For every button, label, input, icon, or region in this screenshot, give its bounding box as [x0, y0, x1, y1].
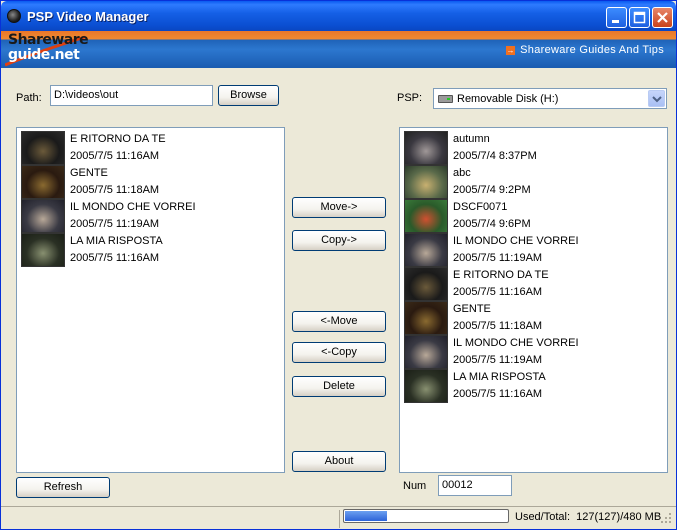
video-thumbnail — [404, 165, 448, 199]
video-list-item[interactable]: LA MIA RISPOSTA 2005/7/5 11:16AM — [21, 233, 281, 267]
video-thumbnail — [21, 199, 65, 233]
video-date: 2005/7/5 11:16AM — [453, 388, 543, 400]
maximize-icon — [633, 11, 646, 24]
chevron-down-icon — [652, 96, 662, 103]
resize-grip-icon[interactable] — [659, 511, 673, 525]
video-date: 2005/7/5 11:16AM — [70, 252, 160, 264]
removable-disk-icon — [438, 95, 453, 103]
video-date: 2005/7/5 11:19AM — [453, 354, 543, 366]
close-icon — [657, 12, 668, 23]
window-title: PSP Video Manager — [27, 9, 149, 24]
video-date: 2005/7/4 8:37PM — [453, 150, 537, 162]
video-name: abc — [453, 167, 471, 179]
video-date: 2005/7/5 11:18AM — [453, 320, 543, 332]
video-list-item[interactable]: GENTE 2005/7/5 11:18AM — [21, 165, 281, 199]
video-list-item[interactable]: E RITORNO DA TE 2005/7/5 11:16AM — [404, 267, 664, 301]
video-thumbnail — [404, 199, 448, 233]
video-list-item[interactable]: IL MONDO CHE VORREI 2005/7/5 11:19AM — [21, 199, 281, 233]
about-button[interactable]: About — [292, 451, 386, 472]
video-thumbnail — [404, 335, 448, 369]
video-list-item[interactable]: abc 2005/7/4 9:2PM — [404, 165, 664, 199]
delete-button[interactable]: Delete — [292, 376, 386, 397]
app-icon[interactable] — [7, 9, 21, 23]
video-name: E RITORNO DA TE — [70, 133, 166, 145]
psp-video-list[interactable]: autumn 2005/7/4 8:37PM abc 2005/7/4 9:2PM DS… — [399, 127, 668, 473]
title-bar[interactable]: PSP Video Manager — [1, 1, 676, 31]
video-name: IL MONDO CHE VORREI — [70, 201, 196, 213]
video-thumbnail — [404, 301, 448, 335]
num-field[interactable]: 00012 — [438, 475, 512, 496]
video-date: 2005/7/5 11:19AM — [70, 218, 160, 230]
video-thumbnail — [404, 233, 448, 267]
maximize-button[interactable] — [629, 7, 650, 28]
refresh-button[interactable]: Refresh — [16, 477, 110, 498]
used-total-readout: Used/Total: 127(127)/480 MB — [515, 511, 661, 523]
video-list-item[interactable]: autumn 2005/7/4 8:37PM — [404, 131, 664, 165]
video-date: 2005/7/4 9:2PM — [453, 184, 531, 196]
video-name: E RITORNO DA TE — [453, 269, 549, 281]
local-video-list[interactable]: E RITORNO DA TE 2005/7/5 11:16AM GENTE 2005… — [16, 127, 285, 473]
banner: Shareware guide.net → Shareware Guides An… — [1, 31, 676, 68]
banner-link-label: Shareware Guides And Tips — [520, 44, 664, 56]
video-name: autumn — [453, 133, 490, 145]
video-name: GENTE — [453, 303, 491, 315]
video-name: IL MONDO CHE VORREI — [453, 235, 579, 247]
logo-text-top: Shareware — [8, 32, 89, 48]
video-date: 2005/7/5 11:19AM — [453, 252, 543, 264]
video-thumbnail — [404, 131, 448, 165]
video-date: 2005/7/4 9:6PM — [453, 218, 531, 230]
move-from-psp-button[interactable]: <-Move — [292, 311, 386, 332]
video-name: GENTE — [70, 167, 108, 179]
used-total-label: Used/Total: — [515, 511, 571, 523]
storage-usage-fill — [345, 511, 387, 521]
copy-to-psp-button[interactable]: Copy-> — [292, 230, 386, 251]
shareware-guides-link[interactable]: → Shareware Guides And Tips — [506, 44, 664, 56]
used-total-value: 127(127)/480 MB — [576, 511, 662, 523]
psp-drive-select[interactable]: Removable Disk (H:) — [433, 88, 667, 109]
status-pane-divider — [339, 510, 340, 528]
shareware-guide-logo[interactable]: Shareware guide.net — [5, 31, 89, 68]
video-list-item[interactable]: GENTE 2005/7/5 11:18AM — [404, 301, 664, 335]
arrow-right-icon: → — [506, 46, 516, 55]
browse-button[interactable]: Browse — [218, 85, 279, 106]
minimize-button[interactable] — [606, 7, 627, 28]
video-date: 2005/7/5 11:16AM — [453, 286, 543, 298]
video-name: LA MIA RISPOSTA — [70, 235, 163, 247]
minimize-icon — [612, 20, 619, 23]
move-to-psp-button[interactable]: Move-> — [292, 197, 386, 218]
video-thumbnail — [404, 369, 448, 403]
copy-from-psp-button[interactable]: <-Copy — [292, 342, 386, 363]
video-list-item[interactable]: LA MIA RISPOSTA 2005/7/5 11:16AM — [404, 369, 664, 403]
video-list-item[interactable]: E RITORNO DA TE 2005/7/5 11:16AM — [21, 131, 281, 165]
path-input[interactable]: D:\videos\out — [50, 85, 213, 106]
close-button[interactable] — [652, 7, 673, 28]
video-date: 2005/7/5 11:18AM — [70, 184, 160, 196]
num-label: Num — [403, 480, 427, 492]
app-window: PSP Video Manager Shareware guide.net → S… — [0, 0, 677, 530]
dropdown-button[interactable] — [648, 90, 665, 107]
video-thumbnail — [404, 267, 448, 301]
video-thumbnail — [21, 131, 65, 165]
psp-drive-value: Removable Disk (H:) — [457, 93, 559, 105]
video-list-item[interactable]: IL MONDO CHE VORREI 2005/7/5 11:19AM — [404, 233, 664, 267]
video-thumbnail — [21, 165, 65, 199]
video-list-item[interactable]: DSCF0071 2005/7/4 9:6PM — [404, 199, 664, 233]
video-list-item[interactable]: IL MONDO CHE VORREI 2005/7/5 11:19AM — [404, 335, 664, 369]
psp-label: PSP: — [397, 92, 423, 104]
video-name: LA MIA RISPOSTA — [453, 371, 546, 383]
video-thumbnail — [21, 233, 65, 267]
video-name: IL MONDO CHE VORREI — [453, 337, 579, 349]
video-name: DSCF0071 — [453, 201, 508, 213]
path-label: Path: — [16, 92, 42, 104]
storage-usage-bar — [343, 509, 509, 523]
video-date: 2005/7/5 11:16AM — [70, 150, 160, 162]
logo-text-bottom: guide.net — [8, 47, 80, 63]
